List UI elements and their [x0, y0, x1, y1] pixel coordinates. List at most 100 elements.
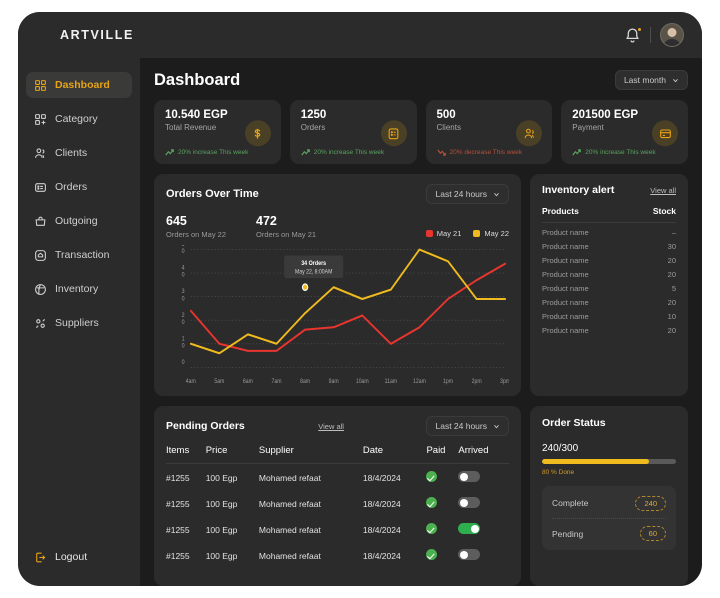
svg-text:0: 0	[182, 320, 186, 326]
body: Dashboard Category Clients Orders Outgoi…	[18, 58, 702, 586]
logout-button[interactable]: Logout	[26, 544, 132, 570]
column-header-supplier: Supplier	[258, 445, 363, 464]
trend-up-icon	[301, 149, 310, 156]
inventory-row: Product name –	[542, 223, 676, 237]
chart-title: Orders Over Time	[166, 188, 259, 200]
table-header-row: Items Price Supplier Date Paid Arrived	[166, 445, 509, 464]
sidebar-item-orders[interactable]: Orders	[26, 174, 132, 200]
sidebar-item-outgoing[interactable]: Outgoing	[26, 208, 132, 234]
order-status-progress-track	[542, 459, 676, 464]
sidebar-item-label: Inventory	[55, 283, 99, 295]
order-status-card: Order Status 240/300 80 % Done Complete …	[530, 406, 688, 586]
svg-text:8am: 8am	[300, 379, 310, 385]
inventory-view-all-link[interactable]: View all	[650, 186, 676, 195]
pending-orders-range-dropdown[interactable]: Last 24 hours	[426, 416, 509, 436]
chart-stat-label: Orders on May 21	[256, 230, 317, 239]
clients-icon	[524, 128, 534, 138]
clipboard-icon	[35, 182, 46, 192]
kpi-trend-text: 20% decrease This week	[449, 149, 523, 156]
avatar[interactable]	[660, 23, 684, 47]
svg-text:9am: 9am	[329, 379, 339, 385]
inventory-product-name: Product name	[542, 312, 589, 321]
check-circle-icon	[426, 497, 438, 508]
order-supplier: Mohamed refaat	[258, 498, 321, 509]
arrived-toggle[interactable]	[458, 471, 481, 482]
check-circle-icon	[426, 549, 438, 560]
arrived-toggle[interactable]	[458, 497, 481, 508]
arrived-toggle[interactable]	[458, 523, 481, 534]
inventory-row: Product name 20	[542, 251, 676, 265]
svg-text:0: 0	[182, 360, 186, 366]
sidebar-item-category[interactable]: Category	[26, 106, 132, 132]
svg-text:0: 0	[182, 249, 186, 255]
pending-orders-header: Pending Orders View all Last 24 hours	[166, 416, 509, 436]
sidebar-item-clients[interactable]: Clients	[26, 140, 132, 166]
table-row: #1255 100 Egp Mohamed refaat 18/4/2024	[166, 490, 509, 516]
kpi-value: 10.540 EGP	[165, 109, 228, 121]
kpi-badge	[516, 120, 543, 147]
column-header-items: Items	[166, 445, 206, 464]
order-price: 100 Egp	[205, 550, 238, 561]
table-row: #1255 100 Egp Mohamed refaat 18/4/2024	[166, 516, 509, 542]
orders-over-time-card: Orders Over Time Last 24 hours 645 Order…	[154, 174, 521, 396]
page-title: Dashboard	[154, 70, 241, 89]
chart-stat: 645 Orders on May 22	[166, 214, 226, 239]
chart-range-dropdown[interactable]: Last 24 hours	[426, 184, 509, 204]
order-arrived-cell	[458, 490, 509, 516]
kpi-value: 201500 EGP	[572, 109, 639, 121]
trend-up-icon	[165, 149, 174, 156]
order-arrived-cell	[458, 516, 509, 542]
inventory-row: Product name 10	[542, 307, 676, 321]
svg-text:10am: 10am	[356, 379, 369, 385]
svg-text:5am: 5am	[214, 379, 224, 385]
svg-text:2pm: 2pm	[472, 379, 482, 385]
svg-text:0: 0	[182, 296, 186, 302]
svg-text:34 Orders: 34 Orders	[301, 260, 327, 266]
middle-row: Orders Over Time Last 24 hours 645 Order…	[154, 174, 688, 396]
divider	[650, 27, 651, 43]
kpi-trend: 20% increase This week	[572, 149, 656, 156]
inventory-product-name: Product name	[542, 228, 589, 237]
sidebar-item-suppliers[interactable]: Suppliers	[26, 310, 132, 336]
chevron-down-icon	[494, 192, 499, 196]
pending-orders-view-all-link[interactable]: View all	[318, 422, 344, 431]
notifications-button[interactable]	[624, 26, 642, 44]
sidebar-item-dashboard[interactable]: Dashboard	[26, 72, 132, 98]
order-paid-cell	[426, 490, 458, 516]
order-status-line-label: Pending	[552, 528, 584, 539]
legend-swatch	[473, 230, 481, 237]
chart-legend: May 21 May 22	[425, 229, 509, 239]
sidebar: Dashboard Category Clients Orders Outgoi…	[18, 58, 140, 586]
order-item: #1255	[166, 498, 190, 509]
kpi-trend: 20% increase This week	[165, 149, 248, 156]
order-paid-cell	[426, 516, 458, 542]
svg-text:5: 5	[182, 245, 186, 248]
kpi-trend-text: 20% increase This week	[313, 149, 385, 156]
column-header-date: Date	[362, 445, 427, 464]
pending-orders-title: Pending Orders	[166, 420, 245, 432]
order-item: #1255	[166, 524, 190, 535]
legend-swatch	[425, 230, 433, 237]
chart-summary-stats: 645 Orders on May 22 472 Orders on May 2…	[166, 214, 509, 239]
sidebar-item-transaction[interactable]: Transaction	[26, 242, 132, 268]
inventory-stock-value: 20	[667, 256, 676, 265]
trend-up-icon	[572, 149, 582, 156]
order-status-count: 240/300	[542, 443, 579, 454]
sidebar-item-label: Dashboard	[55, 79, 110, 91]
inventory-row: Product name 20	[542, 321, 676, 335]
arrived-toggle[interactable]	[458, 549, 481, 560]
inventory-product-name: Product name	[542, 256, 589, 265]
svg-text:11am: 11am	[385, 379, 398, 385]
sidebar-item-label: Suppliers	[55, 317, 99, 329]
inventory-product-name: Product name	[542, 284, 589, 293]
range-filter-dropdown[interactable]: Last month	[614, 70, 688, 90]
range-filter-label: Last month	[623, 75, 666, 85]
svg-text:1pm: 1pm	[443, 379, 453, 385]
inventory-title: Inventory alert	[542, 184, 615, 196]
order-status-line-complete: Complete 240	[552, 488, 666, 518]
sidebar-item-inventory[interactable]: Inventory	[26, 276, 132, 302]
kpi-value: 500	[436, 109, 456, 121]
legend-label: May 21	[436, 229, 462, 238]
svg-text:0: 0	[182, 343, 186, 349]
